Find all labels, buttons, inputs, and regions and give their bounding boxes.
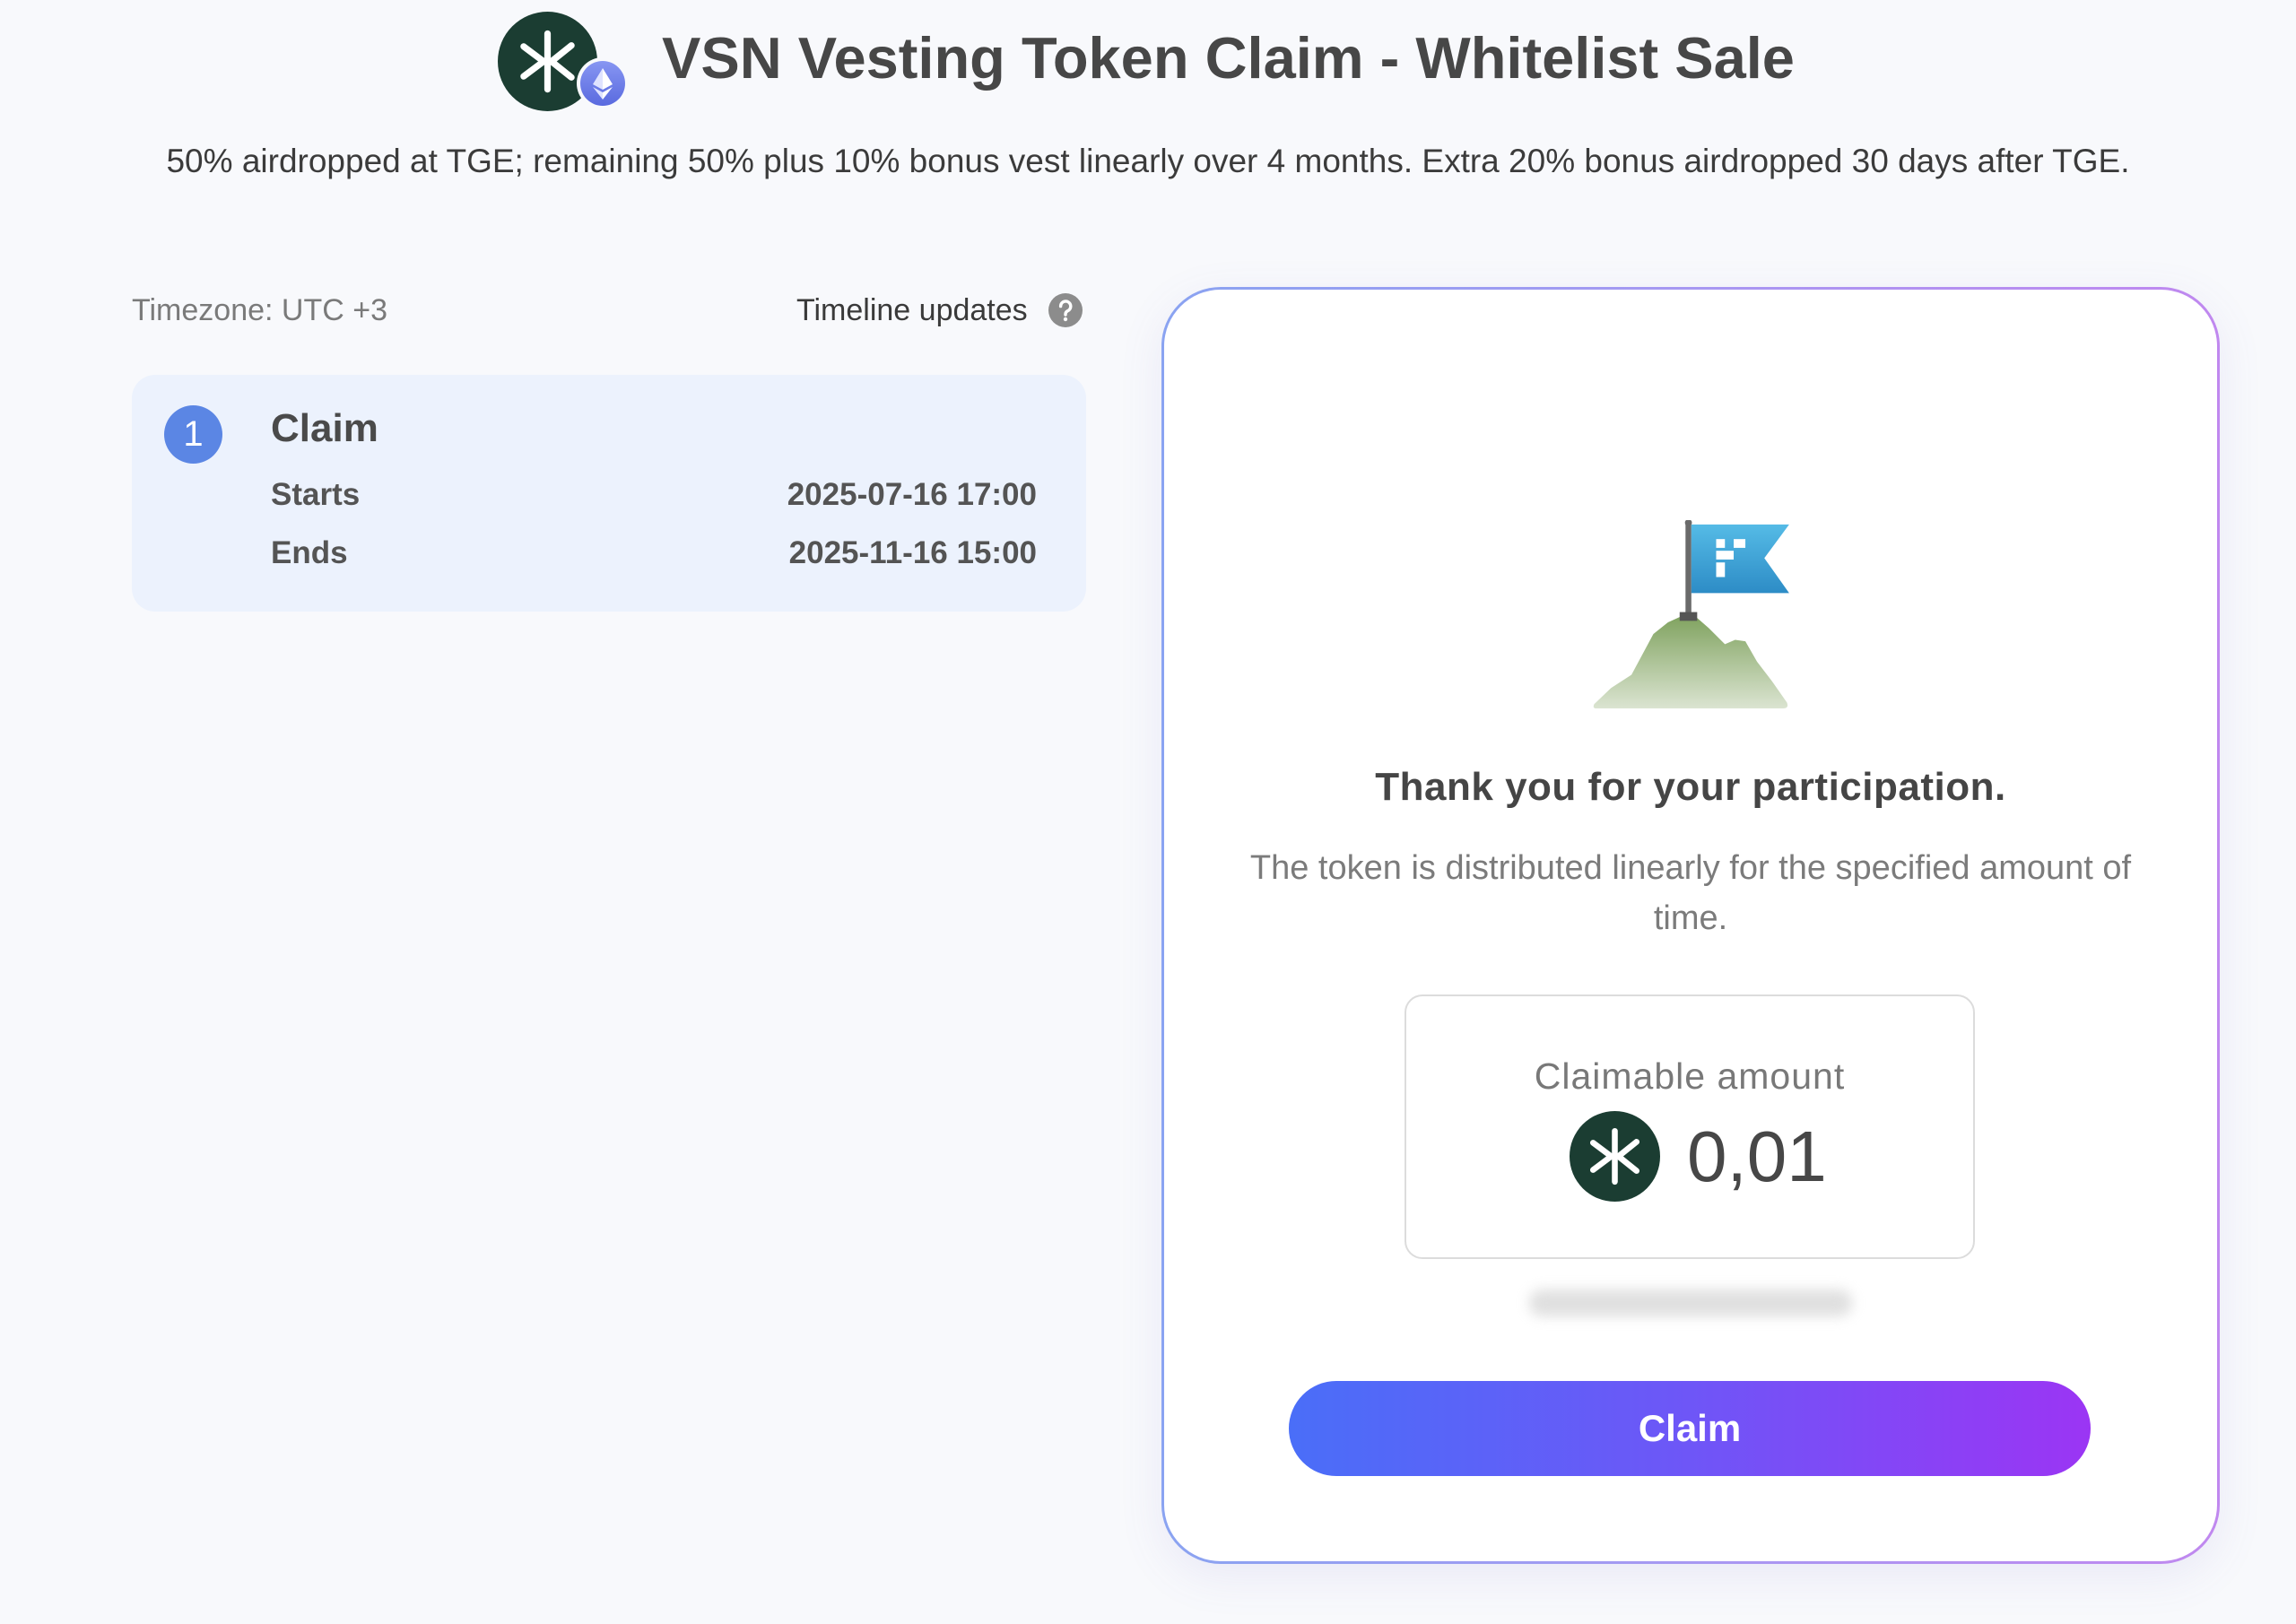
claimable-amount-box: Claimable amount 0,01: [1405, 994, 1975, 1259]
timeline-step-card: 1 Claim Starts 2025-07-16 17:00 Ends 202…: [132, 375, 1086, 612]
claim-card-body: Thank you for your participation. The to…: [1164, 290, 2217, 1561]
timeline-updates-tooltip-trigger[interactable]: Timeline updates: [796, 291, 1083, 330]
claimable-amount-label: Claimable amount: [1534, 1055, 1846, 1097]
timeline-updates-label: Timeline updates: [796, 293, 1028, 327]
mountain-flag-illustration-icon: [1592, 520, 1789, 708]
claim-button[interactable]: Claim: [1289, 1381, 2091, 1476]
step-row-value: 2025-07-16 17:00: [787, 477, 1037, 512]
thank-you-heading: Thank you for your participation.: [1375, 765, 2006, 809]
claim-card: Thank you for your participation. The to…: [1161, 287, 2220, 1564]
claimable-amount-value: 0,01: [1687, 1116, 1827, 1196]
redacted-blurred-text: [1529, 1290, 1852, 1316]
question-circle-icon[interactable]: [1048, 293, 1083, 327]
ethereum-icon: [577, 57, 629, 109]
distribution-description: The token is distributed linearly for th…: [1249, 849, 2132, 937]
step-title: Claim: [271, 406, 378, 450]
step-row-label: Ends: [271, 535, 348, 570]
step-row-label: Starts: [271, 477, 361, 512]
page-subtitle: 50% airdropped at TGE; remaining 50% plu…: [166, 143, 2130, 179]
page-title: VSN Vesting Token Claim - Whitelist Sale: [662, 25, 1795, 91]
timezone-label: Timezone: UTC +3: [132, 293, 387, 327]
step-row-ends: Ends 2025-11-16 15:00: [271, 531, 1037, 576]
step-row-value: 2025-11-16 15:00: [788, 535, 1037, 570]
vsn-token-icon: [1570, 1111, 1660, 1202]
step-number-badge: 1: [164, 405, 222, 464]
step-row-starts: Starts 2025-07-16 17:00: [271, 473, 1037, 517]
